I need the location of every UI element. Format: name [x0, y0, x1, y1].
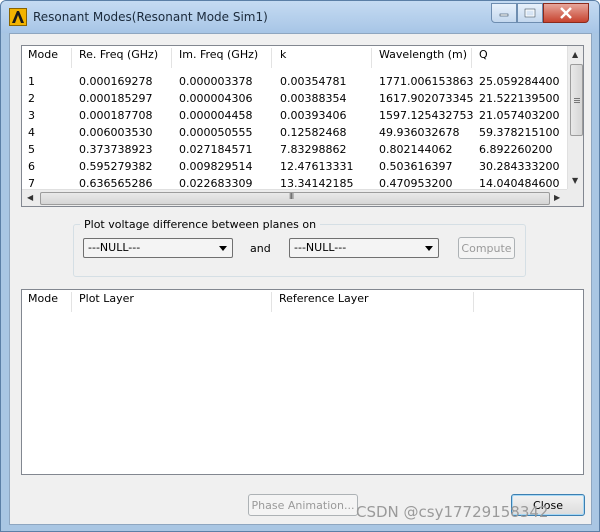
cell-k: 0.00354781 — [280, 75, 347, 88]
cell-k: 0.00393406 — [280, 109, 347, 122]
header-divider[interactable] — [471, 48, 472, 68]
column-header-plot-layer[interactable]: Plot Layer — [79, 292, 134, 312]
cell-mode: 4 — [28, 126, 35, 139]
scroll-up-arrow-icon[interactable]: ▲ — [572, 50, 578, 59]
cell-q: 6.892260200 — [479, 143, 553, 156]
header-divider[interactable] — [71, 48, 72, 68]
horizontal-scrollbar[interactable]: ◀ III ▶ — [22, 189, 567, 206]
cell-k: 0.00388354 — [280, 92, 347, 105]
cell-im-freq: 0.009829514 — [179, 160, 253, 173]
close-icon — [560, 7, 572, 19]
column-header-reference-layer[interactable]: Reference Layer — [279, 292, 369, 312]
chevron-down-icon — [425, 246, 433, 251]
vertical-scrollbar[interactable]: ▲ ▼ — [567, 46, 583, 189]
column-header-k[interactable]: k — [280, 48, 286, 68]
scroll-down-arrow-icon[interactable]: ▼ — [572, 176, 578, 185]
header-divider[interactable] — [473, 292, 474, 312]
maximize-icon — [524, 8, 536, 18]
compute-button[interactable]: Compute — [458, 237, 515, 259]
header-divider[interactable] — [271, 48, 272, 68]
cell-re-freq: 0.595279382 — [79, 160, 153, 173]
vertical-scroll-thumb[interactable] — [570, 64, 583, 136]
column-header-wavelength[interactable]: Wavelength (m) — [379, 48, 467, 68]
cell-q: 30.284333200 — [479, 160, 560, 173]
column-header-im-freq[interactable]: Im. Freq (GHz) — [179, 48, 258, 68]
cell-wavelength: 49.936032678 — [379, 126, 460, 139]
ansys-logo-icon — [9, 8, 27, 26]
plane1-combobox[interactable]: ---NULL--- — [83, 238, 233, 258]
cell-im-freq: 0.000004306 — [179, 92, 253, 105]
cell-mode: 5 — [28, 143, 35, 156]
and-label: and — [250, 242, 271, 255]
cell-q: 21.522139500 — [479, 92, 560, 105]
minimize-button[interactable] — [491, 3, 517, 23]
cell-im-freq: 0.000004458 — [179, 109, 253, 122]
close-window-button[interactable] — [543, 3, 589, 23]
plot-voltage-group-label: Plot voltage difference between planes o… — [80, 218, 321, 231]
cell-re-freq: 0.000185297 — [79, 92, 153, 105]
cell-k: 0.12582468 — [280, 126, 347, 139]
scroll-grip-text: III — [289, 192, 294, 201]
layer-table[interactable]: Mode Plot Layer Reference Layer — [21, 289, 584, 475]
plane2-combobox[interactable]: ---NULL--- — [289, 238, 439, 258]
minimize-icon — [499, 13, 509, 17]
column-header-q[interactable]: Q — [479, 48, 488, 68]
phase-animation-button[interactable]: Phase Animation... — [248, 494, 358, 516]
column-header-mode[interactable]: Mode — [28, 292, 58, 312]
horizontal-scroll-thumb[interactable]: III — [40, 192, 550, 205]
plane1-combobox-value: ---NULL--- — [88, 241, 141, 254]
cell-wavelength: 1617.902073345 — [379, 92, 474, 105]
cell-re-freq: 0.006003530 — [79, 126, 153, 139]
cell-wavelength: 1597.125432753 — [379, 109, 474, 122]
cell-q: 25.059284400 — [479, 75, 560, 88]
header-divider[interactable] — [271, 292, 272, 312]
cell-k: 12.47613331 — [280, 160, 354, 173]
plane2-combobox-value: ---NULL--- — [294, 241, 347, 254]
window-title: Resonant Modes(Resonant Mode Sim1) — [33, 10, 268, 24]
chevron-down-icon — [219, 246, 227, 251]
dialog-client-area: Mode Re. Freq (GHz) Im. Freq (GHz) k Wav… — [9, 33, 592, 525]
grip-icon — [574, 98, 580, 103]
resonant-modes-window: Resonant Modes(Resonant Mode Sim1) Mode … — [0, 0, 600, 532]
cell-im-freq: 0.027184571 — [179, 143, 253, 156]
cell-wavelength: 0.802144062 — [379, 143, 453, 156]
csdn-watermark: CSDN @csy17729158342 — [356, 503, 549, 521]
column-header-re-freq[interactable]: Re. Freq (GHz) — [79, 48, 158, 68]
cell-wavelength: 0.503616397 — [379, 160, 453, 173]
cell-re-freq: 0.373738923 — [79, 143, 153, 156]
cell-mode: 1 — [28, 75, 35, 88]
column-header-mode[interactable]: Mode — [28, 48, 58, 68]
scroll-left-arrow-icon[interactable]: ◀ — [27, 193, 33, 202]
header-divider[interactable] — [71, 292, 72, 312]
cell-k: 7.83298862 — [280, 143, 347, 156]
cell-re-freq: 0.000187708 — [79, 109, 153, 122]
header-divider[interactable] — [171, 48, 172, 68]
header-divider[interactable] — [371, 48, 372, 68]
cell-q: 21.057403200 — [479, 109, 560, 122]
cell-re-freq: 0.000169278 — [79, 75, 153, 88]
cell-im-freq: 0.000003378 — [179, 75, 253, 88]
scrollbar-corner — [567, 189, 583, 206]
cell-mode: 6 — [28, 160, 35, 173]
cell-im-freq: 0.000050555 — [179, 126, 253, 139]
title-bar[interactable]: Resonant Modes(Resonant Mode Sim1) — [1, 1, 599, 33]
cell-mode: 3 — [28, 109, 35, 122]
cell-wavelength: 1771.006153863 — [379, 75, 474, 88]
scroll-right-arrow-icon[interactable]: ▶ — [554, 193, 560, 202]
cell-mode: 2 — [28, 92, 35, 105]
maximize-button[interactable] — [517, 3, 543, 23]
cell-q: 59.378215100 — [479, 126, 560, 139]
modes-table[interactable]: Mode Re. Freq (GHz) Im. Freq (GHz) k Wav… — [21, 45, 584, 207]
